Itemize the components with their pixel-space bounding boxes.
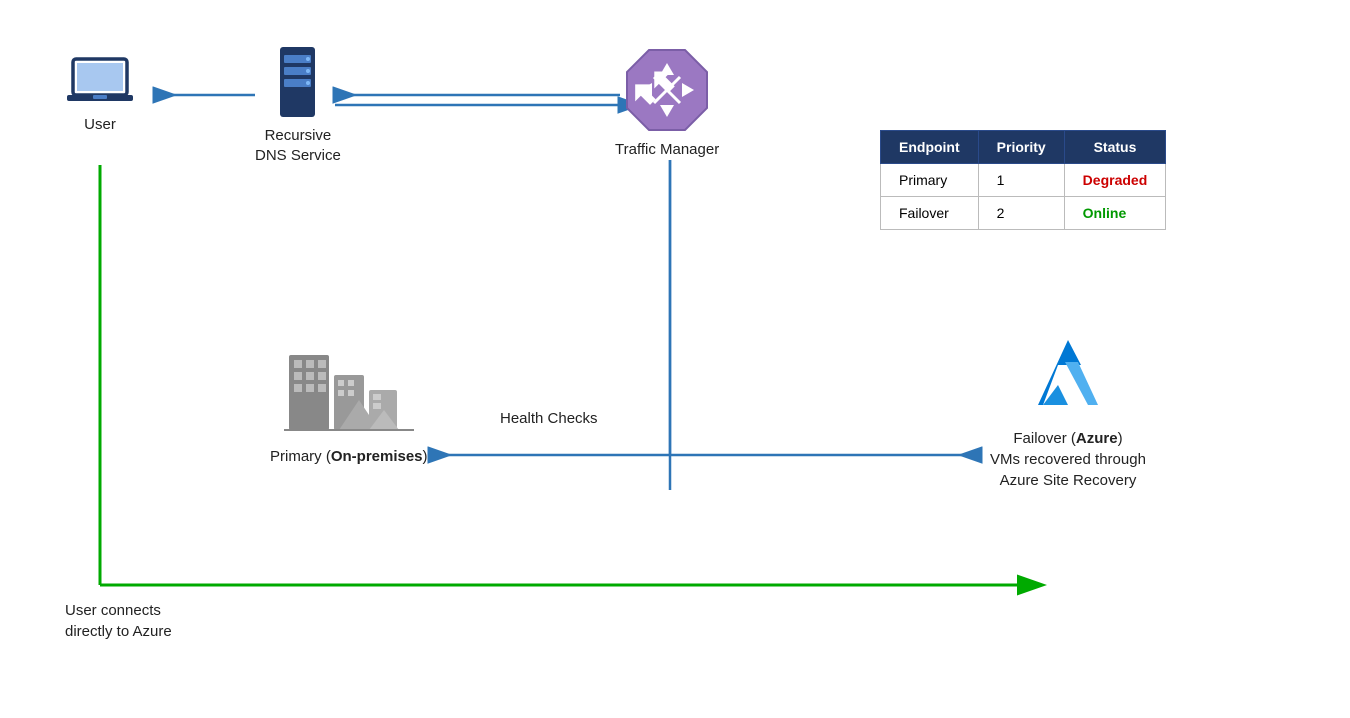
user-icon: User [65, 55, 135, 133]
table-header-endpoint: Endpoint [881, 131, 979, 164]
azure-line3: Azure Site Recovery [1000, 472, 1137, 489]
primary-onprem-icon: Primary (On-premises) [270, 340, 428, 465]
bottom-label: User connects directly to Azure [65, 600, 172, 642]
status-online: Online [1064, 197, 1166, 230]
onprem-bold: On-premises [331, 448, 423, 465]
dns-label: Recursive DNS Service [255, 126, 341, 165]
primary-label: Primary (On-premises) [270, 448, 428, 465]
table-row: Primary 1 Degraded [881, 164, 1166, 197]
azure-failover-icon: Failover (Azure) VMs recovered through A… [990, 330, 1146, 491]
dns-icon: Recursive DNS Service [255, 45, 341, 165]
priority-1: 1 [978, 164, 1064, 197]
azure-logo-svg [1023, 330, 1113, 420]
azure-line2: VMs recovered through [990, 451, 1146, 468]
dns-server-svg [270, 45, 325, 120]
user-label: User [84, 116, 116, 133]
laptop-svg [65, 55, 135, 110]
traffic-manager-svg [622, 45, 712, 135]
tm-label: Traffic Manager [615, 141, 719, 158]
azure-bold: Azure [1076, 430, 1118, 447]
table-header-status: Status [1064, 131, 1166, 164]
traffic-manager-icon: Traffic Manager [615, 45, 719, 158]
azure-label: Failover (Azure) VMs recovered through A… [990, 428, 1146, 491]
table-row: Failover 2 Online [881, 197, 1166, 230]
endpoint-primary: Primary [881, 164, 979, 197]
diagram-container: User Recursive DNS Service [0, 0, 1350, 718]
onprem-svg [279, 340, 419, 440]
table-header-priority: Priority [978, 131, 1064, 164]
bottom-line1: User connects [65, 602, 161, 619]
priority-2: 2 [978, 197, 1064, 230]
endpoint-table: Endpoint Priority Status Primary 1 Degra… [880, 130, 1166, 230]
health-checks-label: Health Checks [500, 410, 598, 427]
endpoint-failover: Failover [881, 197, 979, 230]
bottom-line2: directly to Azure [65, 623, 172, 640]
status-degraded: Degraded [1064, 164, 1166, 197]
